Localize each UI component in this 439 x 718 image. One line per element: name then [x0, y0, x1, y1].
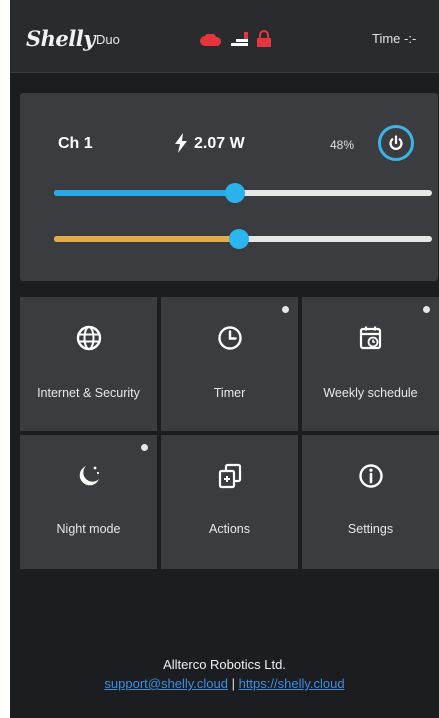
notification-dot	[282, 306, 289, 313]
tile-label: Actions	[209, 522, 250, 536]
tile-night-mode[interactable]: Night mode	[20, 435, 157, 569]
footer-separator: |	[231, 676, 235, 691]
color-temperature-slider-thumb[interactable]	[229, 229, 250, 249]
globe-icon	[76, 325, 101, 351]
tile-label: Timer	[213, 386, 246, 400]
brightness-slider[interactable]	[54, 183, 432, 203]
cloud-icon[interactable]	[200, 34, 222, 46]
time-label: Time -:-	[372, 31, 417, 46]
power-icon	[389, 135, 403, 150]
tile-label: Weekly schedule	[323, 386, 418, 400]
power-value: 2.07 W	[194, 135, 245, 152]
menu-grid: Internet & Security Timer Weekly schedul…	[20, 297, 439, 571]
support-email-link[interactable]: support@shelly.cloud	[104, 676, 228, 691]
tile-actions[interactable]: Actions	[161, 435, 298, 569]
wifi-icon[interactable]	[231, 32, 248, 46]
notification-dot	[423, 306, 430, 313]
brightness-percent: 48%	[330, 138, 355, 152]
lock-icon[interactable]	[257, 30, 271, 47]
power-toggle-button[interactable]	[378, 125, 414, 161]
tile-settings[interactable]: Settings	[302, 435, 439, 569]
company-name: Allterco Robotics Ltd.	[163, 657, 286, 672]
lightning-bolt-icon	[175, 133, 187, 153]
notification-dot	[141, 444, 148, 451]
calendar-icon	[359, 326, 381, 350]
tile-internet-security[interactable]: Internet & Security	[20, 297, 157, 431]
footer-links: support@shelly.cloud | https://shelly.cl…	[10, 676, 439, 691]
moon-icon	[79, 466, 99, 486]
device-model: Duo	[96, 32, 120, 47]
actions-icon	[218, 463, 241, 489]
channel-card: Ch 1 2.07 W 48%	[20, 93, 438, 281]
color-temperature-fill	[54, 236, 240, 242]
app-screen: Shelly Duo Time -:- Ch 1 2.07 W 48% Inte…	[10, 0, 439, 718]
tile-label: Internet & Security	[37, 386, 140, 400]
brightness-fill	[54, 190, 236, 196]
website-link[interactable]: https://shelly.cloud	[239, 676, 345, 691]
tile-timer[interactable]: Timer	[161, 297, 298, 431]
brightness-slider-thumb[interactable]	[225, 183, 246, 203]
app-header: Shelly Duo Time -:-	[10, 0, 439, 73]
color-temperature-slider[interactable]	[54, 229, 432, 249]
tile-label: Night mode	[56, 522, 121, 536]
info-icon	[358, 464, 383, 488]
shelly-logo: Shelly	[26, 26, 95, 51]
tile-weekly-schedule[interactable]: Weekly schedule	[302, 297, 439, 431]
channel-name: Ch 1	[58, 135, 93, 152]
tile-label: Settings	[347, 522, 394, 536]
clock-icon	[217, 326, 242, 350]
